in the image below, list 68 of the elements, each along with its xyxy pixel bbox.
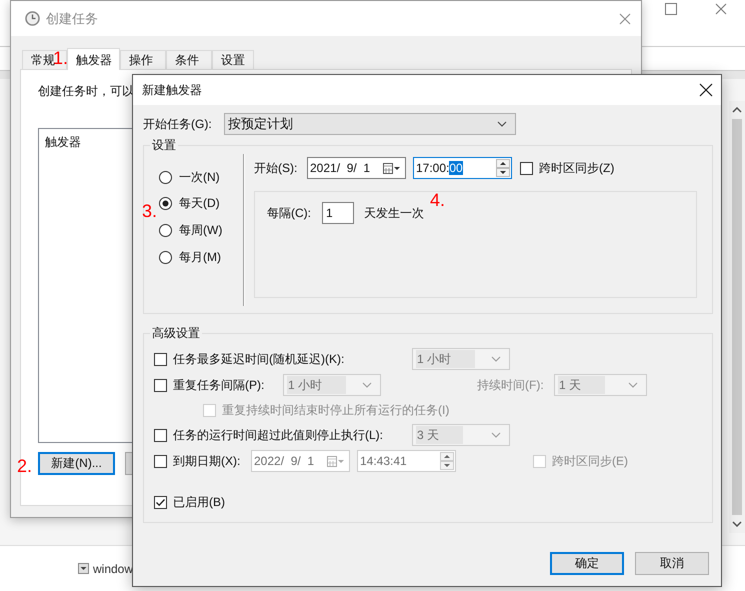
start-task-dropdown[interactable]: 按预定计划 (224, 113, 516, 135)
tab[interactable]: 设置 (212, 50, 254, 69)
checkbox[interactable] (520, 162, 533, 174)
scrollbar[interactable] (729, 101, 745, 533)
field-label: 开始任务(G): (143, 116, 213, 132)
unit-label: 天发生一次 (364, 204, 424, 222)
time-field[interactable]: 17:00:00 (413, 157, 512, 179)
spin-icon[interactable] (440, 452, 454, 470)
group-title: 设置 (151, 137, 177, 154)
dialog-title: 新建触发器 (142, 82, 202, 98)
checkbox-label[interactable]: 任务最多延迟时间(随机延迟)(K): (173, 350, 412, 368)
step-number: 1. (53, 48, 68, 68)
time-field[interactable]: 14:43:41 (357, 450, 456, 472)
step-number: 2. (17, 456, 32, 476)
duration-dropdown[interactable]: 1 天 (554, 374, 647, 396)
step-number: 4. (430, 190, 446, 210)
field-label: 开始(S): (254, 160, 298, 176)
cancel-button[interactable]: 取消 (635, 552, 709, 575)
checkbox[interactable] (154, 454, 167, 468)
checkbox-label[interactable]: 跨时区同步(Z) (539, 160, 614, 176)
radio-button[interactable] (159, 250, 172, 264)
checkbox-label[interactable]: 重复任务间隔(P): (173, 376, 283, 394)
tab[interactable]: 条件 (166, 50, 212, 69)
radio-label[interactable]: 每月(M) (179, 248, 221, 266)
calendar-icon (383, 162, 401, 174)
repeat-dropdown[interactable]: 1 小时 (283, 374, 381, 396)
radio-label[interactable]: 每天(D) (179, 195, 220, 212)
checkbox[interactable] (154, 352, 167, 366)
radio-button[interactable] (159, 224, 172, 237)
checkbox[interactable] (154, 496, 167, 508)
radio-button[interactable] (159, 170, 172, 184)
column-header: 触发器 (45, 135, 81, 149)
chevron-icon (497, 121, 507, 127)
checkbox-label[interactable]: 任务的运行时间超过此值则停止执行(L): (173, 426, 412, 444)
scroll-up-icon[interactable] (732, 107, 742, 113)
field-label: 每隔(C): (267, 204, 312, 222)
radio-button[interactable] (159, 197, 172, 210)
chevron-icon (491, 356, 501, 362)
calendar-icon (327, 456, 345, 466)
step-number: 3. (142, 201, 158, 221)
timeout-dropdown[interactable]: 3 天 (412, 424, 510, 446)
radio-label[interactable]: 一次(N) (179, 168, 220, 186)
group-title: 高级设置 (151, 325, 201, 342)
scroll-down-icon[interactable] (732, 521, 742, 527)
expand-icon[interactable] (78, 563, 89, 574)
field-label: 持续时间(F): (477, 376, 545, 394)
tab[interactable]: 操作 (120, 50, 166, 69)
radio-label[interactable]: 每周(W) (179, 222, 222, 239)
ok-button[interactable]: 确定 (550, 552, 624, 575)
date-picker[interactable]: 2021/ 9/ 1 (307, 157, 406, 179)
chevron-icon (491, 432, 501, 438)
spin-icon[interactable] (496, 159, 510, 177)
checkbox[interactable] (154, 428, 167, 442)
checkbox[interactable] (154, 378, 167, 392)
chevron-icon (628, 382, 638, 388)
date-picker[interactable]: 2022/ 9/ 1 (251, 450, 350, 472)
window-title: 创建任务 (46, 10, 98, 28)
new-button[interactable]: 新建(N)... (38, 452, 115, 475)
close-icon[interactable] (699, 83, 713, 97)
clock-icon (25, 11, 40, 26)
chevron-icon (362, 382, 372, 388)
checkbox-label[interactable]: 到期日期(X): (173, 452, 251, 470)
checkbox-label[interactable]: 已启用(B) (173, 494, 225, 510)
list-item[interactable]: window (93, 562, 134, 576)
delay-dropdown[interactable]: 1 小时 (412, 348, 510, 370)
maximize-icon[interactable] (665, 3, 677, 15)
interval-field[interactable]: 1 (322, 202, 354, 224)
tab[interactable]: 触发器 (67, 48, 120, 70)
